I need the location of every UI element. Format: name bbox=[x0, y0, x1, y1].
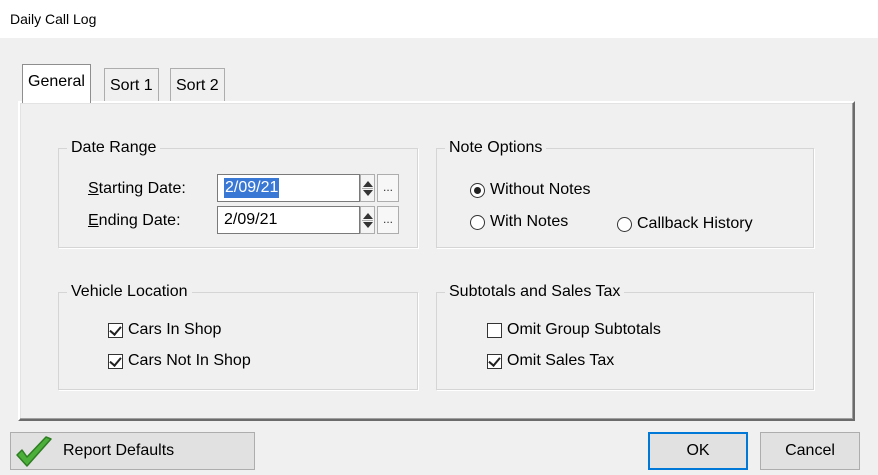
without-notes-radio[interactable] bbox=[470, 183, 485, 198]
ending-date-field[interactable]: 2/09/21 bbox=[217, 206, 360, 234]
tab-sort-1[interactable]: Sort 1 bbox=[104, 68, 159, 102]
tab-sort-1-label: Sort 1 bbox=[110, 77, 153, 94]
tab-sort-2[interactable]: Sort 2 bbox=[170, 68, 225, 102]
cars-not-in-shop-label: Cars Not In Shop bbox=[128, 352, 251, 369]
cancel-button[interactable]: Cancel bbox=[760, 432, 860, 470]
starting-date-picker-button[interactable]: ... bbox=[377, 174, 399, 202]
title-bar: Daily Call Log bbox=[0, 0, 878, 38]
omit-sales-tax-label: Omit Sales Tax bbox=[507, 352, 615, 369]
spin-up-icon[interactable] bbox=[363, 213, 373, 219]
starting-date-value: 2/09/21 bbox=[224, 178, 280, 198]
ok-label: OK bbox=[686, 442, 710, 459]
ending-date-label: Ending Date: bbox=[88, 212, 181, 229]
subtotals-group: Subtotals and Sales Tax bbox=[436, 282, 814, 390]
cancel-label: Cancel bbox=[785, 442, 835, 459]
spin-down-icon[interactable] bbox=[363, 190, 373, 196]
callback-history-radio[interactable] bbox=[617, 217, 632, 232]
green-checkmark-icon bbox=[16, 436, 52, 467]
spin-up-icon[interactable] bbox=[363, 181, 373, 187]
ending-date-value: 2/09/21 bbox=[224, 211, 278, 228]
with-notes-radio[interactable] bbox=[470, 215, 485, 230]
ending-date-picker-button[interactable]: ... bbox=[377, 206, 399, 234]
cars-not-in-shop-checkbox[interactable] bbox=[108, 354, 123, 369]
tab-sort-2-label: Sort 2 bbox=[176, 77, 219, 94]
cars-in-shop-label: Cars In Shop bbox=[128, 321, 222, 338]
note-options-title: Note Options bbox=[445, 138, 547, 158]
omit-group-subtotals-checkbox[interactable] bbox=[487, 323, 502, 338]
vehicle-location-group: Vehicle Location bbox=[58, 282, 418, 390]
window-title: Daily Call Log bbox=[10, 11, 97, 27]
starting-date-spinner[interactable] bbox=[360, 174, 375, 202]
tab-general-label: General bbox=[28, 73, 85, 90]
report-defaults-label: Report Defaults bbox=[63, 442, 175, 459]
ok-button[interactable]: OK bbox=[648, 432, 748, 470]
ending-date-spinner[interactable] bbox=[360, 206, 375, 234]
subtotals-title: Subtotals and Sales Tax bbox=[445, 282, 625, 302]
starting-date-field[interactable]: 2/09/21 bbox=[217, 174, 360, 202]
report-defaults-button[interactable]: Report Defaults bbox=[10, 432, 255, 470]
vehicle-location-title: Vehicle Location bbox=[67, 282, 192, 302]
tab-panel-general: Date Range Starting Date: 2/09/21 ... En… bbox=[18, 101, 855, 421]
date-range-title: Date Range bbox=[67, 138, 161, 158]
omit-group-subtotals-label: Omit Group Subtotals bbox=[507, 321, 661, 338]
starting-date-label: Starting Date: bbox=[88, 180, 186, 197]
cars-in-shop-checkbox[interactable] bbox=[108, 323, 123, 338]
callback-history-label: Callback History bbox=[637, 215, 753, 232]
with-notes-label: With Notes bbox=[490, 213, 569, 230]
spin-down-icon[interactable] bbox=[363, 222, 373, 228]
omit-sales-tax-checkbox[interactable] bbox=[487, 354, 502, 369]
tab-general[interactable]: General bbox=[22, 64, 91, 103]
without-notes-label: Without Notes bbox=[490, 181, 591, 198]
